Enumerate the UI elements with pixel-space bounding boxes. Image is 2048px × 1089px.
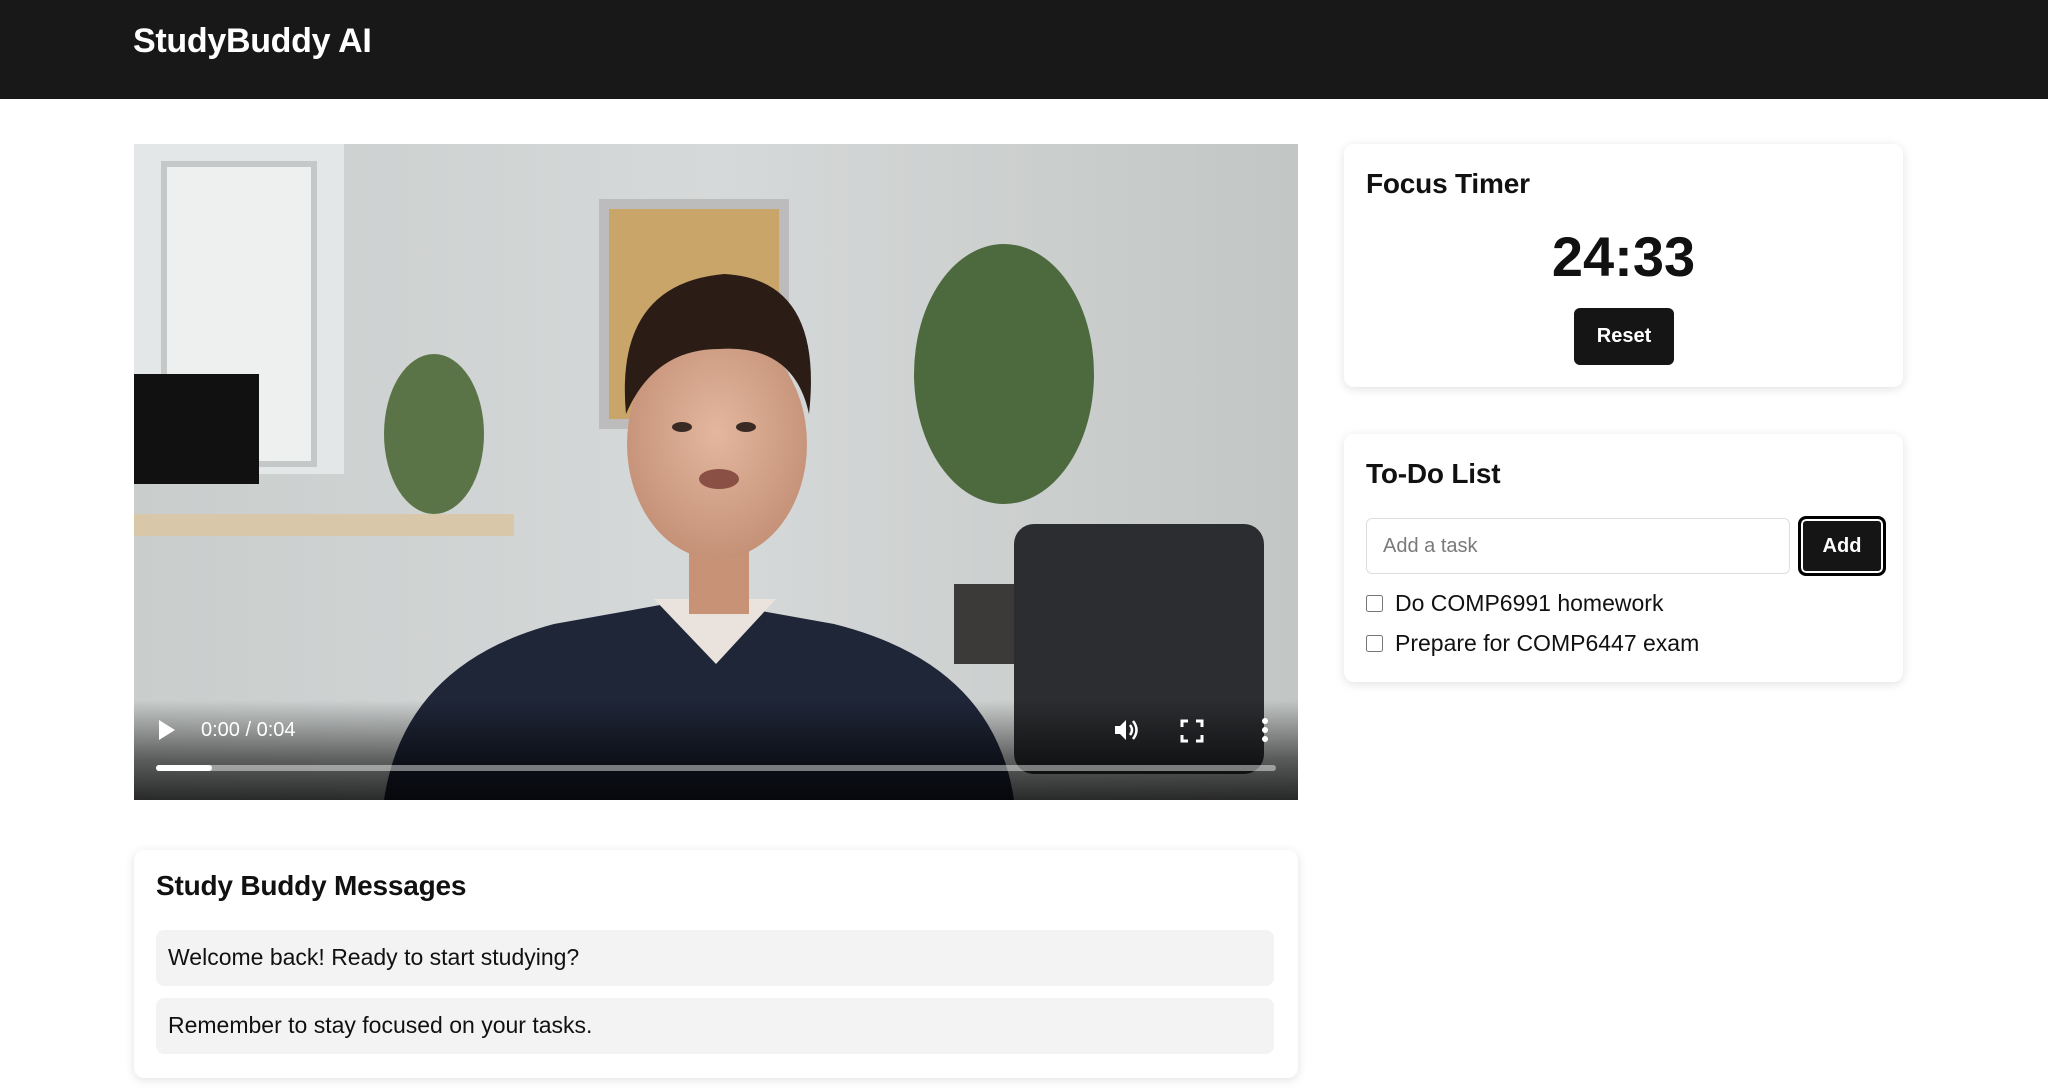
video-player[interactable]: 0:00 / 0:04 [134,144,1298,800]
fullscreen-icon[interactable] [1179,718,1205,744]
video-progress-fill [156,765,212,771]
task-item[interactable]: Do COMP6991 homework [1366,588,1663,618]
messages-panel: Study Buddy Messages Welcome back! Ready… [134,850,1298,1078]
todo-title: To-Do List [1366,458,1501,489]
app-header: StudyBuddy AI [0,0,2048,99]
timer-title: Focus Timer [1366,168,1530,199]
message-item: Remember to stay focused on your tasks. [156,998,1274,1054]
task-label: Prepare for COMP6447 exam [1395,629,1700,656]
messages-title: Study Buddy Messages [156,870,467,901]
timer-display: 24:33 [1551,225,1696,288]
app-title: StudyBuddy AI [133,22,372,60]
more-vertical-icon[interactable] [1258,716,1272,744]
video-time: 0:00 / 0:04 [201,719,296,741]
task-input[interactable] [1366,518,1790,574]
message-item: Welcome back! Ready to start studying? [156,930,1274,986]
volume-icon[interactable] [1112,716,1140,744]
play-icon[interactable] [156,718,178,742]
task-checkbox[interactable] [1366,634,1383,652]
add-task-button[interactable]: Add [1798,516,1886,576]
video-controls: 0:00 / 0:04 [134,700,1298,800]
reset-button[interactable]: Reset [1574,308,1674,365]
task-item[interactable]: Prepare for COMP6447 exam [1366,628,1699,658]
focus-timer-panel: Focus Timer 24:33 Reset [1344,144,1903,387]
task-label: Do COMP6991 homework [1395,589,1664,616]
task-checkbox[interactable] [1366,594,1383,612]
todo-panel: To-Do List Add Do COMP6991 homework Prep… [1344,434,1903,682]
video-progress-bar[interactable] [156,765,1276,771]
